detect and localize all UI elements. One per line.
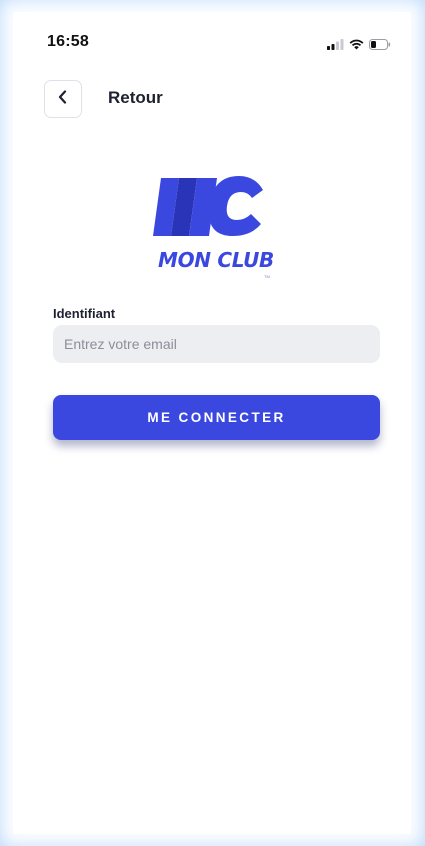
app-frame: 16:58 Retour MON CLUB TM Identifiant Ent… — [0, 0, 425, 846]
back-button[interactable] — [44, 80, 82, 118]
logo-text: MON CLUB — [157, 248, 275, 272]
mon-club-logo: MON CLUB TM — [151, 170, 281, 285]
status-time: 16:58 — [47, 33, 89, 50]
status-icons — [327, 37, 391, 55]
login-button[interactable]: ME CONNECTER — [53, 395, 380, 440]
logo-trademark: TM — [264, 274, 270, 279]
identifier-label: Identifiant — [53, 306, 116, 321]
phone-screen: 16:58 Retour MON CLUB TM Identifiant Ent… — [13, 12, 411, 834]
chevron-left-icon — [57, 89, 69, 109]
email-input[interactable] — [53, 325, 380, 363]
battery-icon — [369, 37, 391, 55]
wifi-icon — [349, 37, 364, 55]
signal-icon — [327, 37, 344, 55]
mc-monogram-logo — [153, 176, 263, 236]
back-label[interactable]: Retour — [108, 88, 163, 108]
